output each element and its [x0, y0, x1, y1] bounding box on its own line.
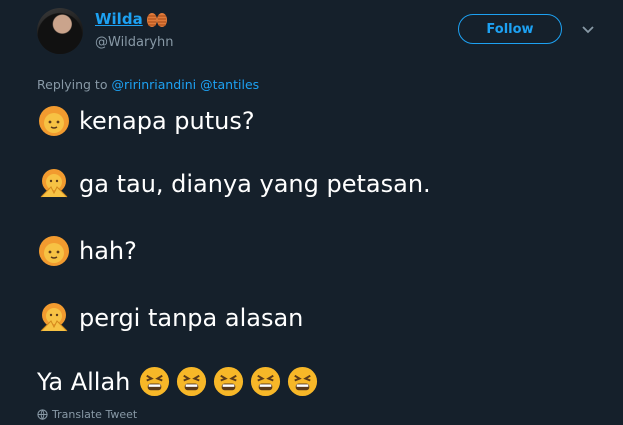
tweet-line: kenapa putus? [37, 104, 255, 138]
tweet-text: kenapa putus? [79, 107, 255, 135]
no-hands-emoji-icon [40, 169, 68, 198]
author-handle[interactable]: @Wildaryhn [95, 35, 174, 50]
replying-to: Replying to @ririnriandini @tantiles [37, 77, 259, 92]
tired-face-emoji-row [138, 365, 323, 398]
lamp-emoji-icon [145, 10, 169, 28]
tired-face-emoji-icon [288, 366, 318, 397]
tweet-text: ga tau, dianya yang petasan. [79, 170, 431, 198]
tired-face-emoji-icon [177, 366, 207, 397]
tweet-text: hah? [79, 237, 137, 265]
tired-face-emoji-icon [214, 366, 244, 397]
tweet-text: pergi tanpa alasan [79, 304, 304, 332]
no-hands-emoji-icon [40, 303, 68, 332]
chevron-down-icon[interactable] [580, 24, 596, 36]
mention-link[interactable]: @tantiles [200, 77, 259, 92]
author-display-name[interactable]: Wilda [95, 10, 143, 28]
translate-tweet-link[interactable]: Translate Tweet [37, 408, 137, 421]
author-name-row: Wilda [95, 10, 169, 28]
girl-emoji-icon [39, 236, 69, 266]
translate-label: Translate Tweet [52, 408, 138, 421]
tweet-line: pergi tanpa alasan [37, 301, 303, 335]
closing-text: Ya Allah [37, 367, 131, 396]
girl-emoji-icon [39, 106, 69, 136]
closing-line: Ya Allah [37, 365, 323, 398]
tweet-line: ga tau, dianya yang petasan. [37, 167, 431, 201]
tweet-line: hah? [37, 234, 137, 268]
globe-icon [37, 409, 48, 420]
mention-link[interactable]: @ririnriandini [111, 77, 196, 92]
replying-prefix: Replying to [37, 77, 108, 92]
avatar[interactable] [37, 8, 83, 54]
tired-face-emoji-icon [140, 366, 170, 397]
tired-face-emoji-icon [251, 366, 281, 397]
follow-button[interactable]: Follow [458, 14, 562, 44]
